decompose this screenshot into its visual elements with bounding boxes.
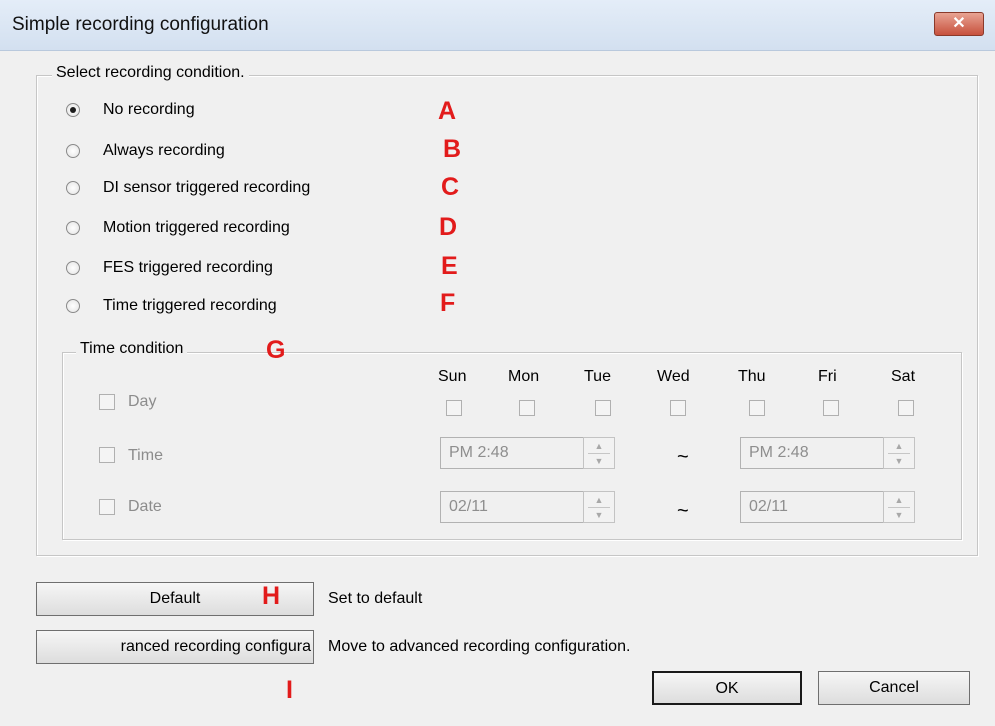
radio-motion-recording[interactable]: Motion triggered recording bbox=[66, 216, 290, 240]
time-checkbox[interactable] bbox=[99, 447, 115, 463]
time-start-spinner[interactable]: ▲ ▼ bbox=[583, 437, 615, 469]
day-header-mon: Mon bbox=[508, 368, 540, 385]
marker-label: G bbox=[266, 336, 286, 364]
day-header-wed: Wed bbox=[657, 368, 690, 385]
radio-label: FES triggered recording bbox=[103, 259, 273, 276]
marker-label: C bbox=[441, 173, 460, 201]
cancel-button-label: Cancel bbox=[869, 679, 919, 696]
default-button-label: Default bbox=[149, 590, 201, 607]
legend-divider bbox=[232, 352, 260, 353]
radio-label: No recording bbox=[103, 101, 195, 118]
date-start-spinner[interactable]: ▲ ▼ bbox=[583, 491, 615, 523]
date-checkbox[interactable] bbox=[99, 499, 115, 515]
radio-no-recording[interactable]: No recording bbox=[66, 98, 195, 122]
close-icon: ✕ bbox=[952, 15, 966, 32]
day-checkbox-tue[interactable] bbox=[595, 400, 611, 416]
day-header-tue: Tue bbox=[584, 368, 611, 385]
day-label: Day bbox=[128, 393, 157, 410]
marker-label: I bbox=[286, 676, 293, 704]
day-header-fri: Fri bbox=[818, 368, 837, 385]
radio-time-recording[interactable]: Time triggered recording bbox=[66, 294, 277, 318]
date-range-separator: ~ bbox=[677, 500, 689, 522]
date-start-input[interactable]: 02/11 bbox=[440, 491, 584, 523]
radio-button[interactable] bbox=[66, 103, 80, 117]
marker-label: D bbox=[439, 213, 458, 241]
marker-label: H bbox=[262, 582, 281, 610]
radio-button[interactable] bbox=[66, 144, 80, 158]
day-checkbox[interactable] bbox=[99, 394, 115, 410]
window-title: Simple recording configuration bbox=[12, 14, 269, 35]
time-end-input[interactable]: PM 2:48 bbox=[740, 437, 884, 469]
day-checkbox-fri[interactable] bbox=[823, 400, 839, 416]
cancel-button[interactable]: Cancel bbox=[818, 671, 970, 705]
day-checkbox-sat[interactable] bbox=[898, 400, 914, 416]
day-checkbox-wed[interactable] bbox=[670, 400, 686, 416]
recording-condition-legend: Select recording condition. bbox=[52, 64, 249, 82]
time-start-input[interactable]: PM 2:48 bbox=[440, 437, 584, 469]
ok-button-label: OK bbox=[715, 680, 739, 697]
day-checkbox-sun[interactable] bbox=[446, 400, 462, 416]
day-checkbox-mon[interactable] bbox=[519, 400, 535, 416]
marker-label: B bbox=[443, 135, 462, 163]
day-header-thu: Thu bbox=[738, 368, 766, 385]
advanced-description: Move to advanced recording configuration… bbox=[328, 638, 631, 655]
radio-fes-recording[interactable]: FES triggered recording bbox=[66, 256, 273, 280]
radio-button[interactable] bbox=[66, 261, 80, 275]
ok-button[interactable]: OK bbox=[652, 671, 802, 705]
radio-label: Motion triggered recording bbox=[103, 219, 290, 236]
title-bar: Simple recording configuration ✕ bbox=[0, 0, 995, 51]
radio-di-sensor-recording[interactable]: DI sensor triggered recording bbox=[66, 176, 310, 200]
marker-label: F bbox=[440, 289, 456, 317]
date-end-input[interactable]: 02/11 bbox=[740, 491, 884, 523]
radio-button[interactable] bbox=[66, 299, 80, 313]
radio-label: DI sensor triggered recording bbox=[103, 179, 311, 196]
advanced-config-button[interactable]: ranced recording configura bbox=[36, 630, 314, 664]
time-label: Time bbox=[128, 447, 163, 464]
time-end-spinner[interactable]: ▲ ▼ bbox=[883, 437, 915, 469]
radio-button[interactable] bbox=[66, 181, 80, 195]
marker-label: A bbox=[438, 97, 457, 125]
day-header-sat: Sat bbox=[891, 368, 916, 385]
day-checkbox-thu[interactable] bbox=[749, 400, 765, 416]
radio-button[interactable] bbox=[66, 221, 80, 235]
date-end-spinner[interactable]: ▲ ▼ bbox=[883, 491, 915, 523]
default-description: Set to default bbox=[328, 590, 423, 607]
close-button[interactable]: ✕ bbox=[934, 12, 984, 36]
advanced-config-button-label: ranced recording configura bbox=[120, 638, 311, 655]
radio-label: Time triggered recording bbox=[103, 297, 277, 314]
radio-label: Always recording bbox=[103, 142, 225, 159]
radio-always-recording[interactable]: Always recording bbox=[66, 139, 225, 163]
date-label: Date bbox=[128, 498, 162, 515]
time-condition-legend: Time condition bbox=[76, 340, 188, 358]
time-range-separator: ~ bbox=[677, 446, 689, 468]
marker-label: E bbox=[441, 252, 458, 280]
day-header-sun: Sun bbox=[438, 368, 467, 385]
